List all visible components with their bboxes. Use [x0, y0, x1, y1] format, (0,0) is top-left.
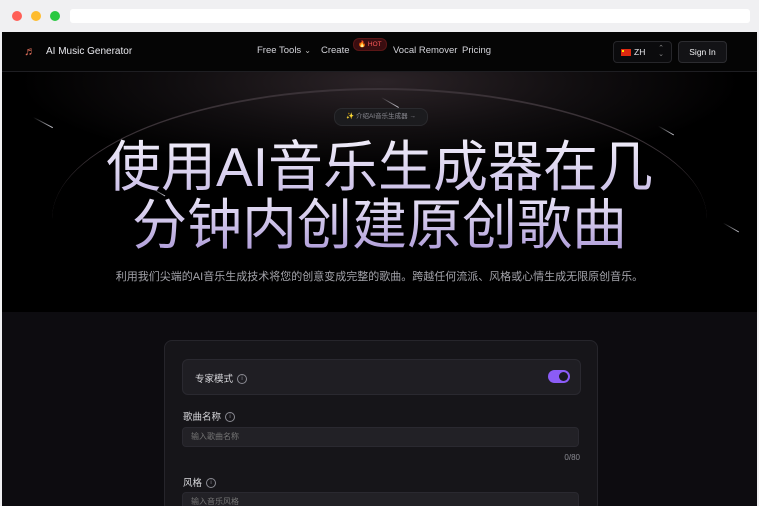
hero-title-line-1: 使用AI音乐生成器在几 — [2, 138, 757, 196]
info-icon[interactable]: i — [206, 478, 217, 489]
address-bar[interactable] — [70, 9, 750, 23]
select-arrows-icon: ⌃ ⌄ — [658, 45, 664, 58]
nav-free-tools[interactable]: Free Tools ⌄ — [257, 45, 311, 56]
browser-chrome — [0, 0, 759, 32]
window-maximize-dot[interactable] — [50, 11, 60, 21]
song-name-label: 歌曲名称 i — [183, 409, 236, 423]
china-flag-icon — [621, 48, 631, 56]
nav-pricing[interactable]: Pricing — [462, 45, 491, 56]
toggle-knob — [559, 372, 568, 381]
hero-title: 使用AI音乐生成器在几 分钟内创建原创歌曲 — [2, 138, 757, 254]
info-icon[interactable]: i — [237, 374, 248, 385]
chevron-down-icon: ⌄ — [304, 46, 311, 55]
sign-in-button[interactable]: Sign In — [678, 41, 727, 63]
generator-panel: 专家模式i 歌曲名称i 0/80 风格i — [164, 340, 598, 506]
style-label: 风格 i — [183, 475, 217, 489]
info-icon[interactable]: i — [225, 412, 236, 423]
style-input[interactable] — [182, 492, 579, 506]
window-minimize-dot[interactable] — [31, 11, 41, 21]
style-text: 风格 — [183, 478, 203, 489]
hero-section: ✨ 介绍AI音乐生成器 → 使用AI音乐生成器在几 分钟内创建原创歌曲 利用我们… — [2, 72, 757, 312]
generator-section: 专家模式i 歌曲名称i 0/80 风格i — [2, 312, 757, 506]
announcement-pill[interactable]: ✨ 介绍AI音乐生成器 → — [334, 108, 428, 126]
language-select[interactable]: ZH ⌃ ⌄ — [613, 41, 672, 63]
window-close-dot[interactable] — [12, 11, 22, 21]
hero-subtitle: 利用我们尖端的AI音乐生成技术将您的创意变成完整的歌曲。跨越任何流派、风格或心情… — [115, 271, 644, 283]
nav-vocal-remover[interactable]: Vocal Remover — [393, 45, 457, 56]
hero-title-line-2: 分钟内创建原创歌曲 — [2, 196, 757, 254]
meteor-streak — [33, 116, 53, 129]
meteor-streak — [657, 125, 675, 136]
music-note-icon: ♬ — [24, 44, 36, 58]
nav-create[interactable]: Create — [321, 45, 350, 56]
expert-mode-text: 专家模式 — [195, 374, 234, 385]
expert-mode-label: 专家模式 i — [195, 371, 248, 385]
song-name-input[interactable] — [182, 427, 579, 447]
hot-badge: 🔥 HOT — [353, 38, 387, 51]
song-name-text: 歌曲名称 — [183, 412, 222, 423]
song-name-counter: 0/80 — [564, 453, 580, 462]
nav-free-tools-label: Free Tools — [257, 45, 302, 56]
language-code: ZH — [634, 47, 646, 57]
site-header: ♬ AI Music Generator Free Tools ⌄ Create … — [2, 32, 757, 72]
brand-logo[interactable]: ♬ AI Music Generator — [24, 44, 132, 58]
expert-mode-row: 专家模式 i — [182, 359, 581, 395]
page-viewport: ♬ AI Music Generator Free Tools ⌄ Create … — [2, 32, 757, 506]
brand-name: AI Music Generator — [46, 45, 133, 57]
expert-mode-toggle[interactable] — [548, 370, 570, 383]
